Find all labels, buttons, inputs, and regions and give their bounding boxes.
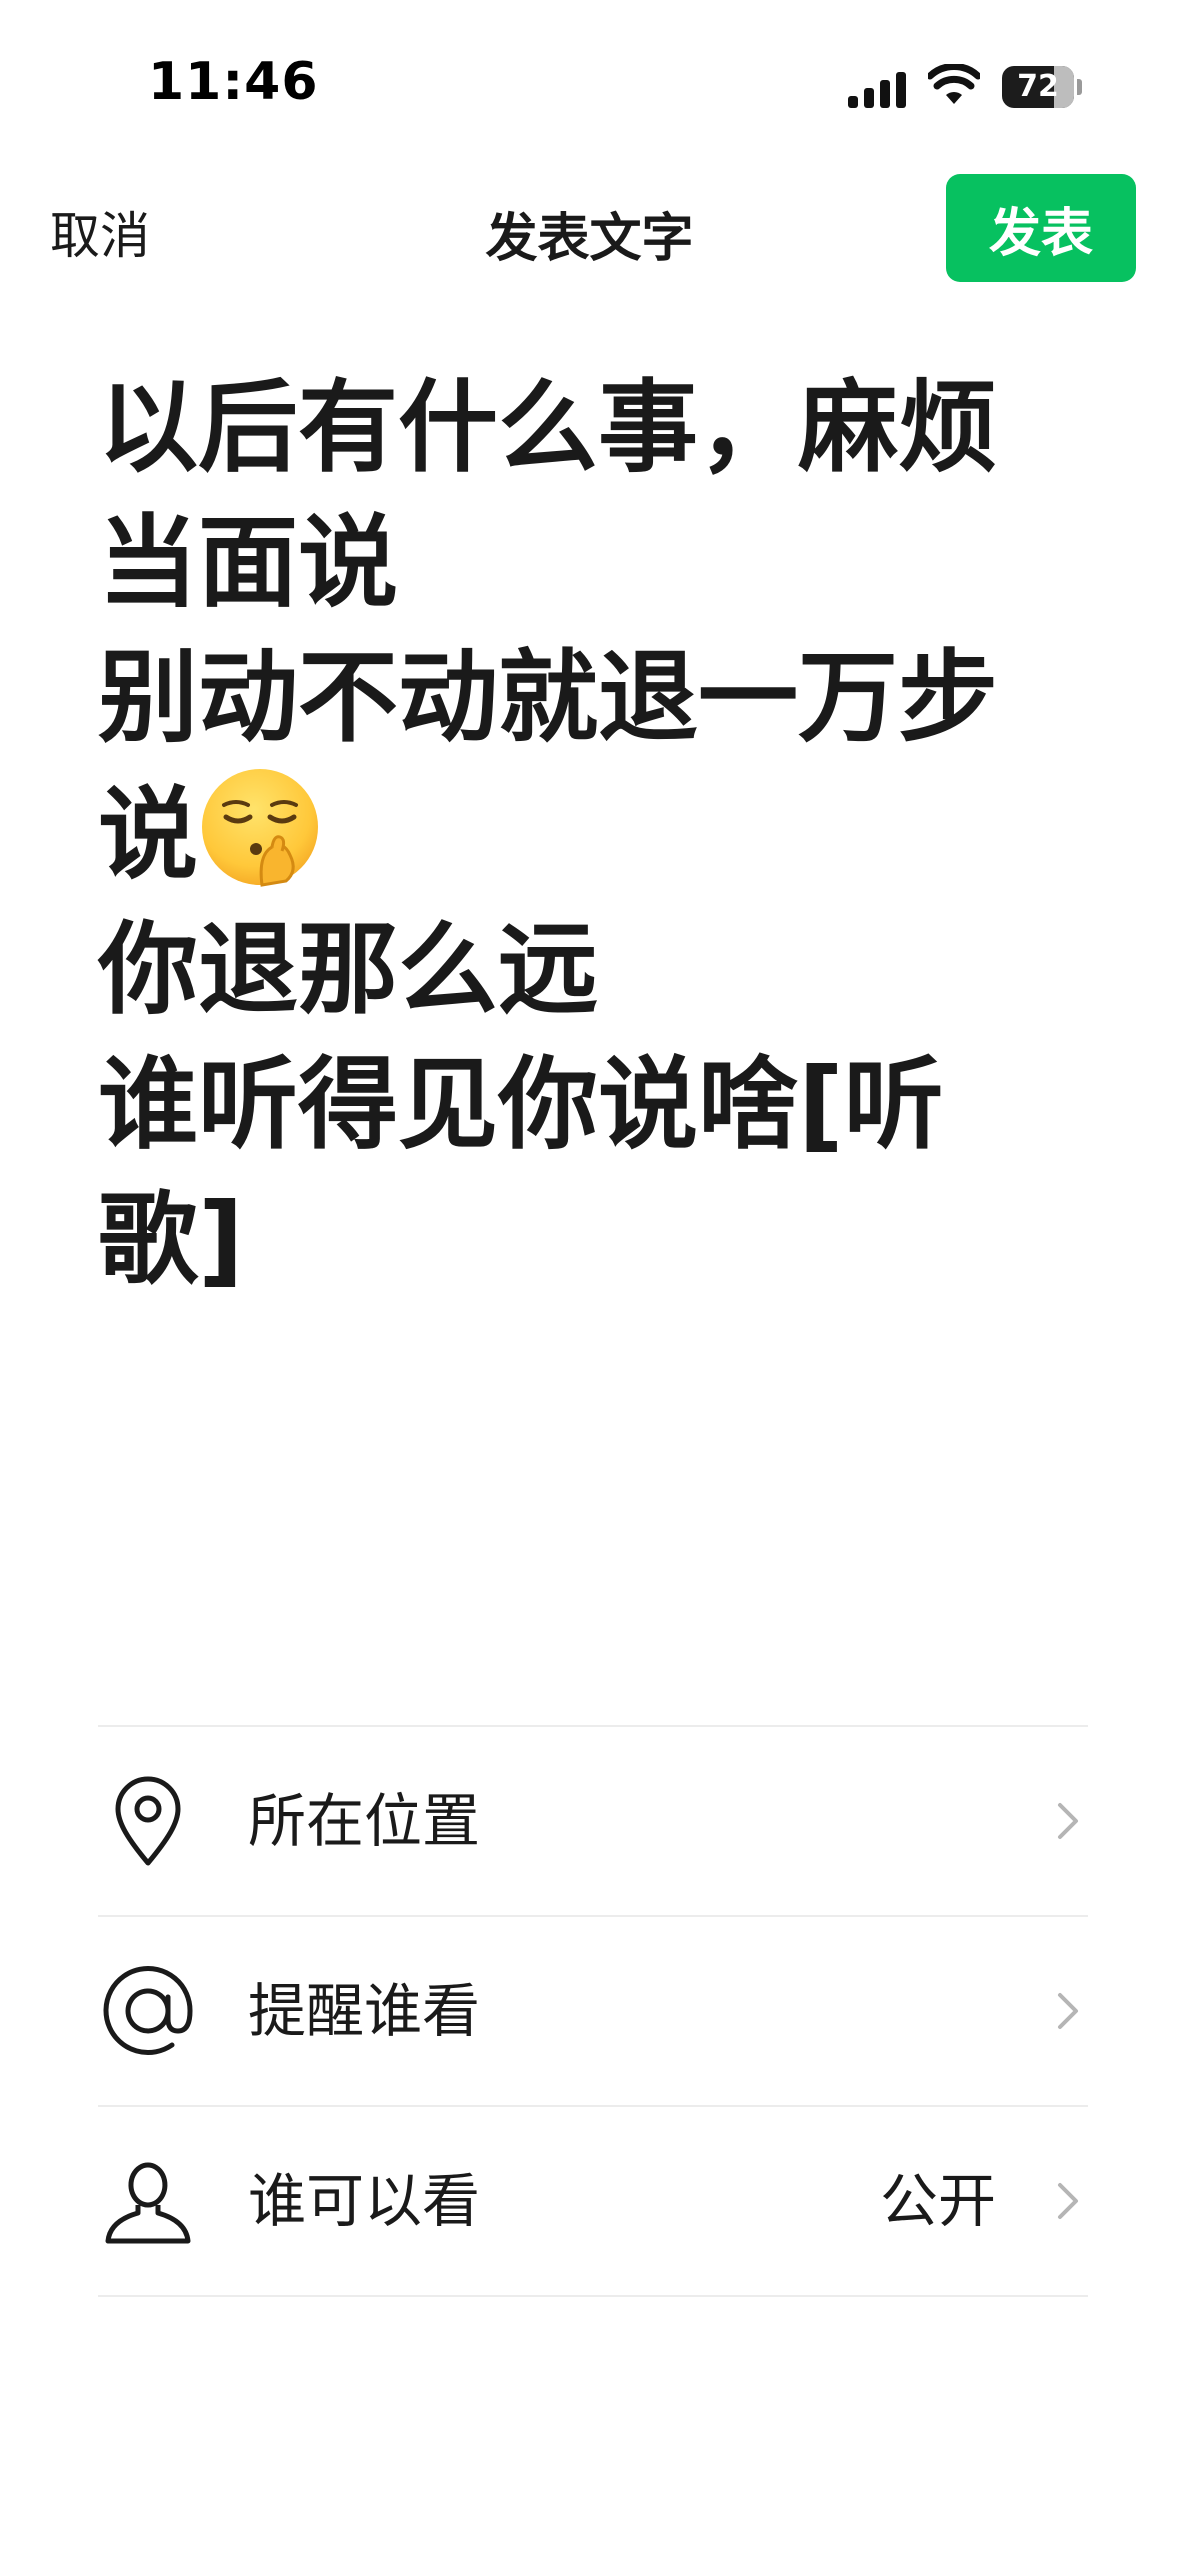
battery-icon: 72 [1002,66,1082,110]
post-options-list: 所在位置 提醒谁看 谁可以看 公开 [98,1725,1088,2297]
publish-button[interactable]: 发表 [946,174,1136,282]
wifi-icon [928,64,980,104]
chevron-right-icon [1058,1803,1078,1839]
option-visibility-label: 谁可以看 [248,2167,481,2235]
option-visibility-value: 公开 [879,2167,996,2235]
person-icon [105,2162,191,2244]
shushing-face-emoji-icon [202,769,318,887]
option-mention-label: 提醒谁看 [248,1977,481,2045]
post-line-3: 你退那么远 [98,911,598,1028]
status-bar: 11:46 72 [0,0,1179,170]
at-sign-icon [103,1966,193,2056]
option-location-label: 所在位置 [248,1787,481,1855]
post-line-1: 以后有什么事，麻烦当面说 [98,369,998,621]
option-visibility[interactable]: 谁可以看 公开 [98,2107,1088,2295]
option-mention[interactable]: 提醒谁看 [98,1917,1088,2105]
option-location[interactable]: 所在位置 [98,1727,1088,1915]
chevron-right-icon [1058,1993,1078,2029]
post-text-input[interactable]: 以后有什么事，麻烦当面说 别动不动就退一万步说 你退那么远 谁听得见你说啥[听歌… [98,360,1078,1307]
location-pin-icon [115,1776,181,1866]
cellular-signal-icon [848,72,906,108]
battery-percent: 72 [1017,69,1059,104]
post-line-4: 谁听得见你说啥[听歌] [98,1046,944,1298]
cancel-button[interactable]: 取消 [50,196,150,268]
chevron-right-icon [1058,2183,1078,2219]
divider [98,2295,1088,2297]
status-time: 11:46 [148,52,319,112]
